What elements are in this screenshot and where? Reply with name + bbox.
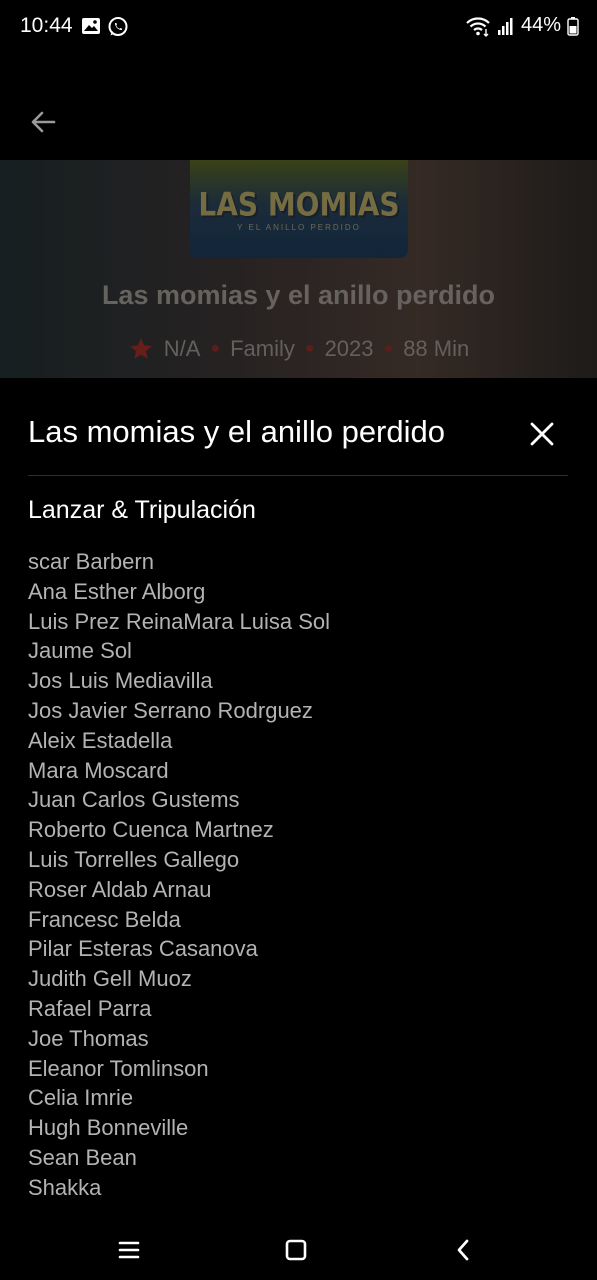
wifi-icon <box>466 16 490 37</box>
close-icon[interactable] <box>526 418 558 450</box>
cast-member: Shakka <box>28 1174 102 1200</box>
signal-icon <box>497 17 513 35</box>
cast-member: Sean Bean <box>28 1144 137 1170</box>
cast-member: Luis Torrelles Gallego <box>28 846 240 872</box>
cast-member: Roberto Cuenca Martnez <box>28 817 274 843</box>
divider <box>28 475 568 476</box>
cast-member: Joe Thomas <box>28 1025 149 1051</box>
cast-member: Juan Carlos Gustems <box>28 787 240 813</box>
back-arrow-icon[interactable] <box>24 102 64 142</box>
cast-crew-heading: Lanzar & Tripulación <box>28 496 256 524</box>
status-bar: 10:44 44% <box>0 0 597 52</box>
system-nav-bar <box>0 1218 597 1280</box>
gallery-icon <box>82 18 100 34</box>
cast-member: Hugh Bonneville <box>28 1115 189 1141</box>
top-bar <box>0 52 597 160</box>
cast-member: Rafael Parra <box>28 995 152 1021</box>
sheet-title: Las momias y el anillo perdido <box>28 414 445 449</box>
movie-hero: LAS MOMIAS Y EL ANILLO PERDIDO Las momia… <box>0 160 597 378</box>
cast-member: Jos Javier Serrano Rodrguez <box>28 697 313 723</box>
cast-member: Jaume Sol <box>28 638 132 664</box>
battery-icon <box>567 16 579 36</box>
screen: 10:44 44% LAS MOMIAS Y EL ANILLO PERDIDO… <box>0 0 597 1280</box>
status-time: 10:44 <box>20 14 73 37</box>
cast-member: Eleanor Tomlinson <box>28 1055 209 1081</box>
cast-member: Mara Moscard <box>28 757 169 783</box>
cast-member: Luis Prez ReinaMara Luisa Sol <box>28 608 331 634</box>
cast-member: Roser Aldab Arnau <box>28 876 212 902</box>
cast-member: Francesc Belda <box>28 906 181 932</box>
cast-member: Pilar Esteras Casanova <box>28 936 258 962</box>
cast-member: Celia Imrie <box>28 1085 134 1111</box>
cast-member: scar Barbern <box>28 549 154 574</box>
cast-list: scar Barbern Ana Esther Alborg Luis Prez… <box>28 547 330 1203</box>
home-icon[interactable] <box>278 1232 314 1268</box>
cast-bottom-sheet: Las momias y el anillo perdido Lanzar & … <box>0 378 597 1218</box>
cast-member: Jos Luis Mediavilla <box>28 668 213 694</box>
system-back-icon[interactable] <box>446 1232 482 1268</box>
recent-apps-icon[interactable] <box>111 1232 147 1268</box>
battery-percent: 44% <box>520 14 561 36</box>
cast-member: Aleix Estadella <box>28 727 173 753</box>
cast-member: Ana Esther Alborg <box>28 578 206 604</box>
cast-member: Judith Gell Muoz <box>28 966 192 992</box>
whatsapp-icon <box>108 17 128 36</box>
